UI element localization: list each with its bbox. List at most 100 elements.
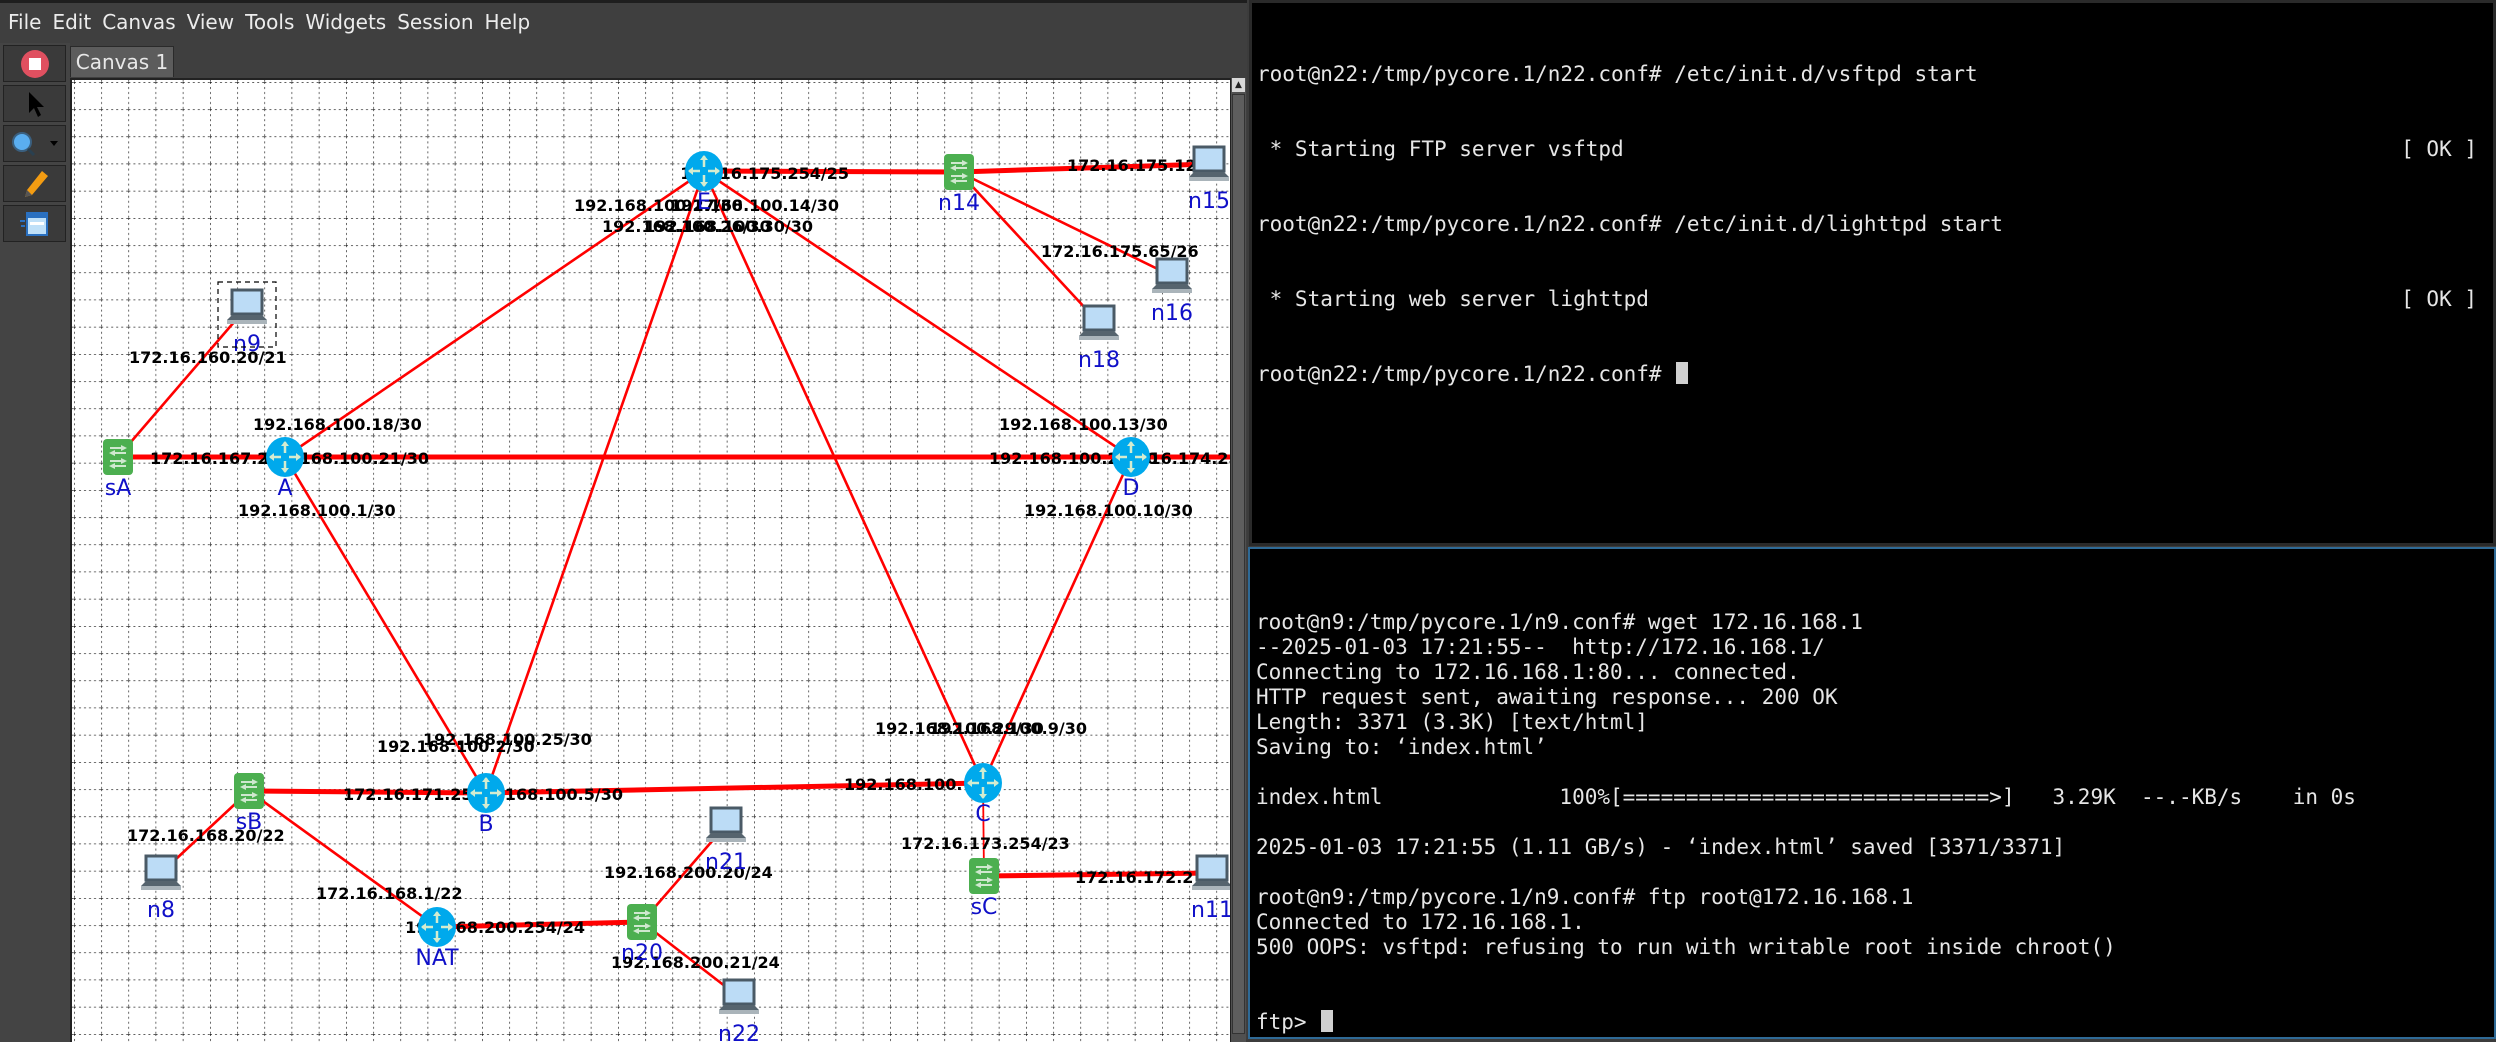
node-label: D <box>1123 476 1140 501</box>
node-label: n14 <box>938 191 980 216</box>
node-sA[interactable]: sA <box>103 439 133 501</box>
text-cursor <box>1676 362 1689 384</box>
laptop-icon <box>227 288 267 324</box>
topology-canvas[interactable]: 172.16.175.254/25 192.168.100.17/30 192.16… <box>70 78 1230 1042</box>
router-icon <box>418 907 456 947</box>
terminal-line: Connected to 172.16.168.1. <box>1256 910 1585 934</box>
interface-address-label: 192.168.200.20/24 <box>604 863 773 882</box>
terminal-prompt-line[interactable]: root@n22:/tmp/pycore.1/n22.conf# <box>1257 362 2493 387</box>
laptop-icon <box>1192 854 1230 890</box>
tab-canvas-1[interactable]: Canvas 1 <box>70 46 174 77</box>
stop-icon <box>20 49 49 78</box>
text-cursor <box>1321 1010 1334 1032</box>
terminal-line: Length: 3371 (3.3K) [text/html] <box>1256 710 1648 734</box>
ftp-prompt: ftp> <box>1256 1010 1320 1034</box>
interface-address-label: 192.168.100.9/30 <box>929 719 1087 738</box>
node-n21[interactable]: n21 <box>705 806 747 875</box>
switch-icon <box>627 904 657 940</box>
laptop-icon <box>1189 145 1229 181</box>
interface-address-label: 192.168.100.13/30 <box>999 415 1168 434</box>
switch-icon <box>944 154 974 190</box>
node-label: C <box>975 802 990 827</box>
stop-session-button[interactable] <box>3 45 66 82</box>
draw-tool-button[interactable] <box>3 165 66 202</box>
menu-session[interactable]: Session <box>397 10 473 34</box>
terminal-line: Saving to: ‘index.html’ <box>1256 735 1547 759</box>
menu-edit[interactable]: Edit <box>52 10 91 34</box>
router-icon <box>1112 437 1150 477</box>
menu-tools[interactable]: Tools <box>245 10 294 34</box>
interface-address-label: 192.168.100.18/30 <box>253 415 422 434</box>
node-label: E <box>697 190 711 215</box>
interface-address-label: 192.168.100.1/30 <box>238 501 396 520</box>
node-n22[interactable]: n22 <box>718 978 760 1042</box>
prompt: root@n22:/tmp/pycore.1/n22.conf# <box>1257 362 1675 386</box>
terminal-n9[interactable]: root@n9:/tmp/pycore.1/n9.conf# wget 172.… <box>1248 547 2496 1039</box>
menu-widgets[interactable]: Widgets <box>305 10 386 34</box>
terminal-n22[interactable]: root@n22:/tmp/pycore.1/n22.conf# /etc/in… <box>1249 0 2496 546</box>
router-icon <box>685 151 723 191</box>
menu-help[interactable]: Help <box>485 10 531 34</box>
line-text: root@n22:/tmp/pycore.1/n22.conf# /etc/in… <box>1257 62 1978 86</box>
interface-address-label: 172.16.173.254/23 <box>901 834 1070 853</box>
interface-address-label: 172.16.171.25 <box>343 785 473 804</box>
interface-address-label: 172.16.172.2 <box>1075 868 1193 887</box>
node-n14[interactable]: n14 <box>938 154 980 216</box>
node-label: n15 <box>1188 189 1230 214</box>
magnifier-icon <box>11 131 58 156</box>
node-label: n8 <box>147 898 175 923</box>
scrollbar-thumb[interactable] <box>1232 94 1245 1034</box>
node-label: n9 <box>233 332 261 357</box>
pointer-icon <box>28 91 44 117</box>
menu-view[interactable]: View <box>187 10 234 34</box>
router-icon <box>964 763 1002 803</box>
interface-address-label: 172.16.160.20/21 <box>129 348 287 367</box>
node-label: B <box>478 812 493 837</box>
switch-icon <box>103 439 133 475</box>
interface-address-label: 192.168.100.10/30 <box>1024 501 1193 520</box>
line-text: root@n22:/tmp/pycore.1/n22.conf# /etc/in… <box>1257 212 2003 236</box>
interface-address-label: 172.16.175.12 <box>1067 156 1197 175</box>
menu-canvas[interactable]: Canvas <box>102 10 175 34</box>
menu-file[interactable]: File <box>8 10 41 34</box>
pencil-icon <box>24 170 48 197</box>
terminal-line: HTTP request sent, awaiting response... … <box>1256 685 1838 709</box>
node-n11[interactable]: n11 <box>1191 854 1230 923</box>
node-n15[interactable]: n15 <box>1188 145 1230 214</box>
canvas-vertical-scrollbar[interactable]: ▲ <box>1230 78 1246 1042</box>
node-n18[interactable]: n18 <box>1078 304 1120 373</box>
node-label: sB <box>236 810 263 835</box>
line-text: * Starting FTP server vsftpd <box>1257 137 1624 161</box>
topology-graph: 172.16.175.254/25192.168.100.17/30192.16… <box>72 80 1230 1042</box>
window-icon <box>19 211 48 236</box>
interface-address-label: 192.168.100.14/30 <box>670 196 839 215</box>
terminal-line: * Starting web server lighttpd [ OK ] <box>1257 287 2493 312</box>
node-label: n18 <box>1078 348 1120 373</box>
node-n20[interactable]: n20 <box>621 904 663 966</box>
laptop-icon <box>141 854 181 890</box>
terminal-prompt-line[interactable]: ftp> <box>1256 1010 2494 1035</box>
zoom-tool-button[interactable] <box>3 125 66 162</box>
run-tool-button[interactable] <box>3 205 66 242</box>
router-icon <box>266 437 304 477</box>
node-n16[interactable]: n16 <box>1151 257 1193 326</box>
node-label: n16 <box>1151 301 1193 326</box>
node-label: sA <box>105 476 132 501</box>
select-tool-button[interactable] <box>3 85 66 122</box>
node-label: A <box>277 476 292 501</box>
laptop-icon <box>1152 257 1192 293</box>
switch-icon <box>234 773 264 809</box>
node-sC[interactable]: sC <box>969 858 999 920</box>
interface-address-label: 192.168.100.2/30 <box>377 737 535 756</box>
terminal-line: * Starting FTP server vsftpd [ OK ] <box>1257 137 2493 162</box>
scroll-up-arrow-icon[interactable]: ▲ <box>1232 78 1245 92</box>
toolbar <box>0 43 70 1042</box>
terminal-line: root@n9:/tmp/pycore.1/n9.conf# wget 172.… <box>1256 610 1863 634</box>
node-sB[interactable]: sB <box>234 773 264 835</box>
terminal-line: 2025-01-03 17:21:55 (1.11 GB/s) - ‘index… <box>1256 835 2066 859</box>
node-label: n20 <box>621 941 663 966</box>
line-text: * Starting web server lighttpd <box>1257 287 1649 311</box>
node-label: n22 <box>718 1022 760 1042</box>
